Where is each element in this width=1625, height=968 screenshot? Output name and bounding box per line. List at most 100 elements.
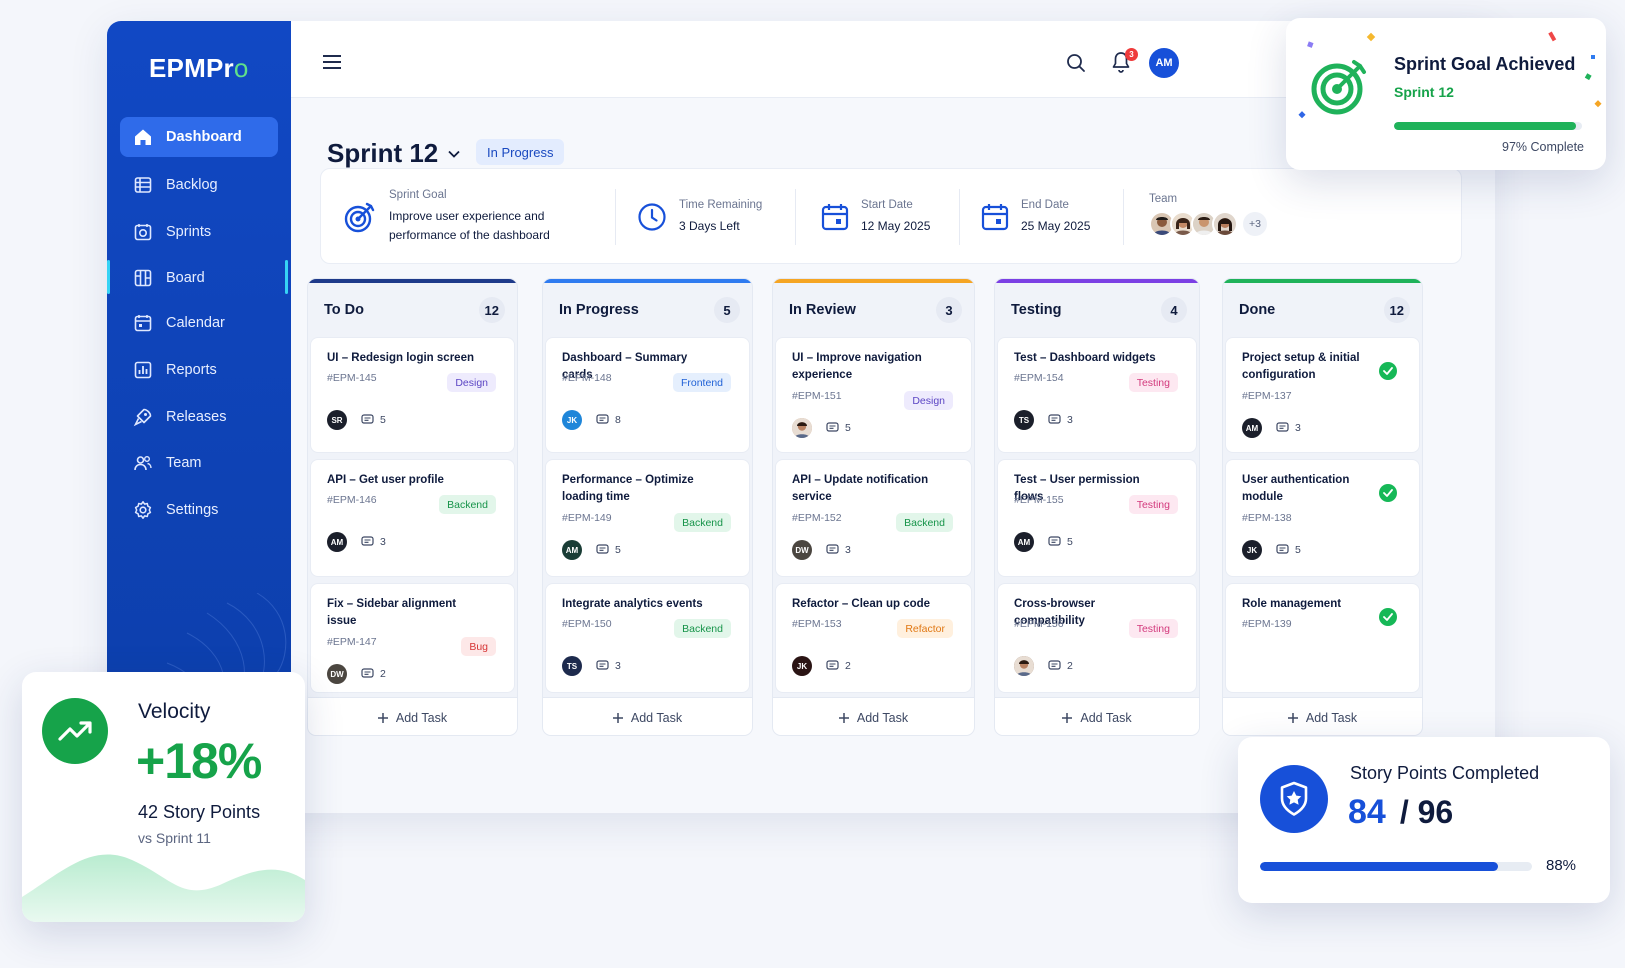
add-task-button[interactable]: Add Task [1223, 697, 1422, 735]
comment-count[interactable]: 2 [1048, 660, 1073, 672]
column-header[interactable]: In Review 3 [773, 283, 974, 337]
comment-count[interactable]: 5 [596, 544, 621, 556]
add-task-button[interactable]: Add Task [543, 697, 752, 735]
task-card[interactable]: Test – User permission flows #EPM-155 Test… [997, 459, 1197, 577]
menu-icon[interactable] [323, 55, 341, 69]
end-date-label: End Date [1021, 198, 1069, 211]
search-icon[interactable] [1066, 53, 1086, 73]
task-id: #EPM-137 [1242, 390, 1292, 402]
user-avatar[interactable]: AM [1149, 48, 1179, 78]
task-card[interactable]: API – Update notification service #EPM-15… [775, 459, 972, 577]
assignee-avatar[interactable]: JK [562, 410, 582, 430]
task-card[interactable]: Cross-browser compatibility #EPM-156 Testi… [997, 583, 1197, 693]
assignee-avatar[interactable]: AM [562, 540, 582, 560]
settings-icon [132, 499, 154, 521]
team-avatars[interactable]: +3 [1149, 211, 1267, 237]
comment-count[interactable]: 5 [1276, 544, 1301, 556]
assignee-avatar[interactable] [792, 418, 812, 438]
assignee-avatar[interactable]: TS [1014, 410, 1034, 430]
column-header[interactable]: Testing 4 [995, 283, 1199, 337]
app-logo[interactable]: EPMPro [149, 53, 248, 84]
sidebar-item-dashboard[interactable]: Dashboard [120, 117, 278, 157]
column-title: Testing [1011, 302, 1062, 318]
sprint-goal-label: Sprint Goal [389, 189, 447, 201]
board-column-testing: Testing 4 Test – Dashboard widgets #EPM-154… [994, 278, 1200, 736]
assignee-avatar[interactable]: JK [1242, 540, 1262, 560]
assignee-avatar[interactable] [1014, 656, 1034, 676]
comment-count[interactable]: 5 [361, 414, 386, 426]
divider [795, 189, 796, 245]
board-column-in-progress: In Progress 5 Dashboard – Summary cards #EP… [542, 278, 753, 736]
team-more-count[interactable]: +3 [1243, 212, 1267, 236]
task-id: #EPM-155 [1014, 494, 1064, 506]
column-header[interactable]: Done 12 [1223, 283, 1422, 337]
assignee-avatar[interactable]: AM [1242, 418, 1262, 438]
sidebar-item-reports[interactable]: Reports [120, 350, 278, 390]
task-card[interactable]: API – Get user profile #EPM-146 Backend AM 3 [310, 459, 515, 577]
time-remaining-value: 3 Days Left [679, 218, 740, 233]
task-card[interactable]: Test – Dashboard widgets #EPM-154 Testing T… [997, 337, 1197, 453]
sidebar-item-label: Reports [166, 362, 217, 378]
task-card[interactable]: UI – Improve navigation experience #EPM-1… [775, 337, 972, 453]
task-card[interactable]: UI – Redesign login screen #EPM-145 Design… [310, 337, 515, 453]
comment-count[interactable]: 5 [826, 422, 851, 434]
start-date-value: 12 May 2025 [861, 218, 931, 233]
comment-count[interactable]: 8 [596, 414, 621, 426]
task-card[interactable]: User authentication module #EPM-138 JK 5 [1225, 459, 1420, 577]
task-card[interactable]: Integrate analytics events #EPM-150 Backen… [545, 583, 750, 693]
task-title: Performance – Optimize loading time [562, 474, 694, 503]
sidebar-item-label: Calendar [166, 315, 225, 331]
comment-count[interactable]: 3 [826, 544, 851, 556]
sidebar-item-calendar[interactable]: Calendar [120, 303, 278, 343]
comment-count[interactable]: 5 [1048, 536, 1073, 548]
sidebar-item-board[interactable]: Board [107, 258, 288, 298]
task-title: API – Update notification service [792, 474, 929, 503]
sidebar-item-sprints[interactable]: Sprints [120, 212, 278, 252]
comment-count[interactable]: 3 [596, 660, 621, 672]
check-circle-icon [1379, 608, 1397, 626]
column-header[interactable]: To Do 12 [308, 283, 517, 337]
assignee-avatar[interactable]: JK [792, 656, 812, 676]
sprint-selector[interactable]: Sprint 12 [327, 138, 460, 169]
calendar-icon [981, 202, 1009, 232]
assignee-avatar[interactable]: AM [327, 532, 347, 552]
assignee-avatar[interactable]: DW [327, 664, 347, 684]
sidebar-item-releases[interactable]: Releases [120, 397, 278, 437]
comment-icon [361, 668, 374, 680]
add-task-button[interactable]: Add Task [308, 697, 517, 735]
add-task-button[interactable]: Add Task [995, 697, 1199, 735]
column-count: 4 [1161, 297, 1187, 323]
comment-count[interactable]: 2 [361, 668, 386, 680]
task-id: #EPM-152 [792, 512, 842, 524]
assignee-avatar[interactable]: TS [562, 656, 582, 676]
add-task-button[interactable]: Add Task [773, 697, 974, 735]
comment-count[interactable]: 3 [1276, 422, 1301, 434]
sidebar-item-settings[interactable]: Settings [120, 490, 278, 530]
sidebar-item-label: Board [166, 270, 205, 286]
sidebar-item-backlog[interactable]: Backlog [120, 165, 278, 205]
comment-count[interactable]: 2 [826, 660, 851, 672]
releases-icon [132, 406, 154, 428]
assignee-avatar[interactable]: AM [1014, 532, 1034, 552]
assignee-avatar[interactable]: SR [327, 410, 347, 430]
task-id: #EPM-150 [562, 618, 612, 630]
task-card[interactable]: Performance – Optimize loading time #EPM-… [545, 459, 750, 577]
comment-count[interactable]: 3 [361, 536, 386, 548]
task-card[interactable]: Role management #EPM-139 [1225, 583, 1420, 693]
sidebar-item-team[interactable]: Team [120, 443, 278, 483]
team-member-avatar[interactable] [1212, 211, 1238, 237]
comment-icon [1048, 660, 1061, 672]
column-header[interactable]: In Progress 5 [543, 283, 752, 337]
comment-count[interactable]: 3 [1048, 414, 1073, 426]
task-card[interactable]: Project setup & initial configuration #EP… [1225, 337, 1420, 453]
task-card[interactable]: Fix – Sidebar alignment issue #EPM-147 Bug… [310, 583, 515, 693]
velocity-points: 42 Story Points [138, 802, 261, 822]
task-card[interactable]: Dashboard – Summary cards #EPM-148 Fronten… [545, 337, 750, 453]
task-tag: Backend [896, 513, 953, 532]
task-title: Fix – Sidebar alignment issue [327, 598, 457, 627]
assignee-avatar[interactable]: DW [792, 540, 812, 560]
end-date-block: End Date 25 May 2025 [981, 169, 1090, 265]
task-title: UI – Redesign login screen [327, 352, 474, 364]
task-tag: Refactor [897, 619, 953, 638]
task-card[interactable]: Refactor – Clean up code #EPM-153 Refactor… [775, 583, 972, 693]
